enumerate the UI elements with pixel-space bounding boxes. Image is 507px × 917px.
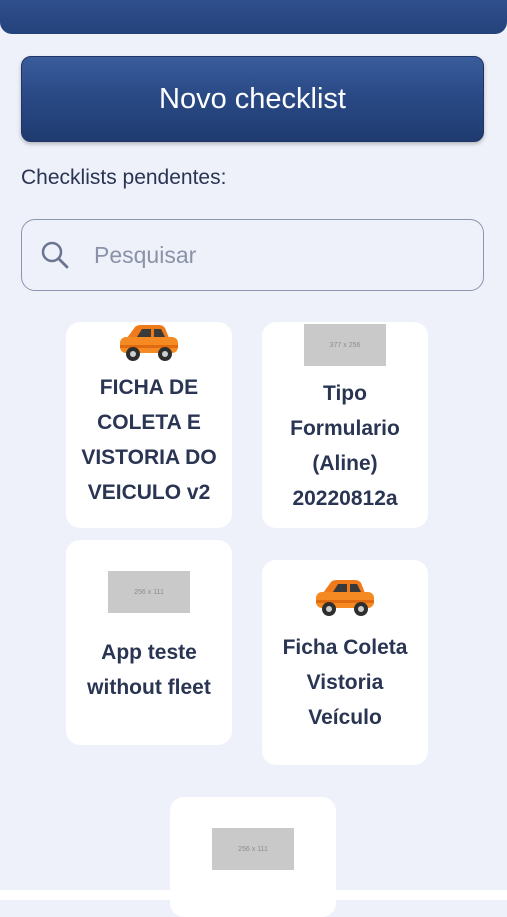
pending-checklists-heading: Checklists pendentes: — [21, 166, 227, 189]
checklist-card[interactable]: Ficha Coleta Vistoria Veículo — [262, 560, 428, 765]
placeholder-image: 256 x 111 — [108, 571, 190, 613]
placeholder-image: 377 x 256 — [304, 324, 386, 366]
car-icon — [120, 325, 178, 361]
search-icon — [41, 241, 69, 269]
search-input[interactable] — [92, 234, 466, 276]
checklist-card-title: Ficha Coleta Vistoria Veículo — [282, 636, 408, 729]
checklist-card-title: Tipo Formulario (Aline) 20220812a — [290, 382, 400, 510]
car-icon — [316, 580, 374, 616]
checklist-card-title: App teste without fleet — [87, 641, 211, 699]
new-checklist-label: Novo checklist — [159, 82, 346, 115]
search-box[interactable] — [21, 219, 484, 291]
checklist-card[interactable]: 377 x 256 Tipo Formulario (Aline) 202208… — [262, 322, 428, 528]
new-checklist-button[interactable]: Novo checklist — [21, 56, 484, 142]
bottom-bar — [0, 890, 507, 900]
top-app-bar — [0, 0, 507, 34]
placeholder-image: 256 x 111 — [212, 828, 294, 870]
checklist-card[interactable]: 256 x 111 App teste without fleet — [66, 540, 232, 745]
checklist-card[interactable]: FICHA DE COLETA E VISTORIA DO VEICULO v2 — [66, 322, 232, 528]
checklist-card-title: FICHA DE COLETA E VISTORIA DO VEICULO v2 — [81, 376, 217, 504]
